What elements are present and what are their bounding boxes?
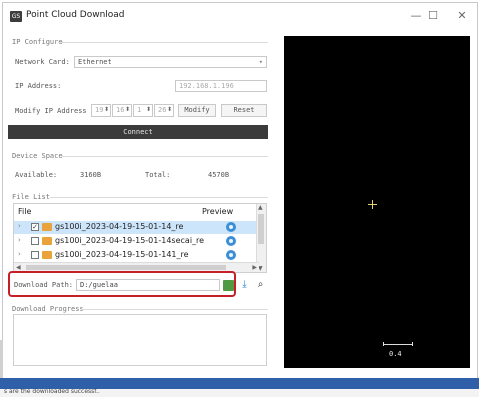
- ip-octet-1[interactable]: 19 ⬍: [91, 104, 111, 117]
- close-icon[interactable]: ✕: [454, 8, 470, 24]
- ip-address-label: IP Address:: [15, 82, 62, 90]
- checkbox[interactable]: [31, 237, 39, 245]
- window-title: Point Cloud Download: [26, 10, 125, 20]
- preview-eye-icon[interactable]: [226, 236, 236, 246]
- crosshair-icon: [372, 200, 373, 209]
- column-header-preview[interactable]: Preview: [202, 207, 233, 216]
- download-path-input[interactable]: D:/guelaa: [76, 279, 220, 291]
- folder-icon: [42, 237, 52, 245]
- download-path-label: Download Path:: [14, 281, 74, 289]
- network-card-select[interactable]: Ethernet ▾: [74, 56, 267, 68]
- scale-label: 0.4: [389, 350, 402, 358]
- chevron-down-icon: ▾: [258, 58, 263, 66]
- octet-value: 1: [137, 106, 142, 114]
- scroll-right-icon[interactable]: ▶: [252, 264, 257, 271]
- list-item[interactable]: › ✓ gs100i_2023-04-19-15-01-14_re: [14, 221, 259, 234]
- chevron-right-icon[interactable]: ›: [18, 250, 21, 258]
- app-icon: GS: [10, 11, 22, 22]
- list-item[interactable]: › gs100i_2023-04-19-15-01-141_re: [14, 249, 259, 262]
- spin-arrows-icon: ⬍: [145, 106, 151, 113]
- available-value: 3160B: [80, 171, 102, 179]
- scroll-thumb[interactable]: [258, 214, 264, 244]
- column-header-file[interactable]: File: [18, 207, 31, 216]
- scroll-left-icon[interactable]: ◀: [16, 264, 21, 271]
- total-label: Total:: [145, 171, 171, 179]
- maximize-icon[interactable]: ☐: [425, 8, 441, 24]
- folder-icon: [42, 223, 52, 231]
- section-divider: [58, 42, 268, 43]
- section-divider: [50, 197, 268, 198]
- file-name: gs100i_2023-04-19-15-01-14_re: [55, 222, 184, 231]
- modify-ip-label: Modify IP Address: [15, 107, 87, 115]
- download-progress-heading: Download Progress: [12, 305, 84, 313]
- file-list[interactable]: File Preview › ✓ gs100i_2023-04-19-15-01…: [13, 203, 267, 273]
- download-progress-area: [13, 314, 267, 366]
- connect-button[interactable]: Connect: [8, 125, 268, 139]
- open-folder-icon[interactable]: [223, 280, 234, 291]
- file-list-heading: File List: [12, 193, 50, 201]
- scroll-up-icon[interactable]: ▲: [258, 204, 263, 211]
- section-divider: [62, 156, 268, 157]
- download-icon[interactable]: ⤓: [239, 279, 250, 290]
- folder-icon: [42, 251, 52, 259]
- spin-arrows-icon: ⬍: [103, 106, 109, 113]
- octet-value: 19: [95, 106, 104, 114]
- ip-octet-4[interactable]: 26 ⬍: [154, 104, 174, 117]
- search-icon[interactable]: ⌕: [255, 279, 266, 290]
- point-cloud-preview[interactable]: [284, 36, 470, 368]
- file-name: gs100i_2023-04-19-15-01-141_re: [55, 250, 189, 259]
- available-label: Available:: [15, 171, 58, 179]
- chevron-right-icon[interactable]: ›: [18, 222, 21, 230]
- device-space-heading: Device Space: [12, 152, 63, 160]
- total-value: 4570B: [208, 171, 230, 179]
- ip-configure-heading: IP Configure: [12, 38, 63, 46]
- ip-octet-3[interactable]: 1 ⬍: [133, 104, 153, 117]
- spin-arrows-icon: ⬍: [166, 106, 172, 113]
- spin-arrows-icon: ⬍: [124, 106, 130, 113]
- ip-octet-2[interactable]: 16 ⬍: [112, 104, 132, 117]
- network-card-label: Network Card:: [15, 58, 70, 66]
- checkbox[interactable]: ✓: [31, 223, 39, 231]
- section-divider: [82, 309, 268, 310]
- list-item[interactable]: › gs100i_2023-04-19-15-01-14secai_re: [14, 235, 259, 248]
- title-bar[interactable]: GS Point Cloud Download — ☐ ✕: [3, 3, 477, 29]
- preview-eye-icon[interactable]: [226, 250, 236, 260]
- octet-value: 16: [116, 106, 125, 114]
- background-window-edge: [0, 340, 3, 378]
- file-name: gs100i_2023-04-19-15-01-14secai_re: [55, 236, 205, 245]
- octet-value: 26: [158, 106, 167, 114]
- minimize-icon[interactable]: —: [408, 8, 424, 24]
- checkbox[interactable]: [31, 251, 39, 259]
- scale-bar: [383, 342, 413, 346]
- modify-button[interactable]: Modify: [178, 104, 216, 117]
- status-text: s are the downloaded successf..: [4, 388, 100, 395]
- ip-address-field[interactable]: 192.168.1.196: [175, 80, 267, 92]
- scroll-thumb[interactable]: [26, 265, 226, 270]
- network-card-value: Ethernet: [78, 58, 112, 66]
- preview-eye-icon[interactable]: [226, 222, 236, 232]
- chevron-right-icon[interactable]: ›: [18, 236, 21, 244]
- reset-button[interactable]: Reset: [221, 104, 267, 117]
